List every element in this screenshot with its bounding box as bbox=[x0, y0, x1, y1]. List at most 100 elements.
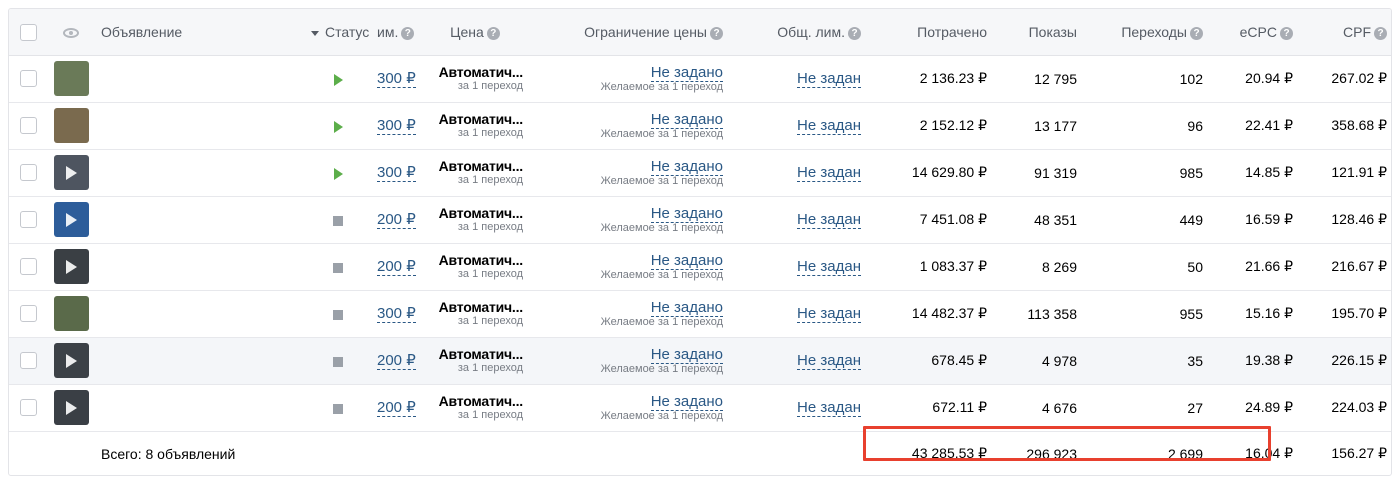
total-limit-link[interactable]: Не задан bbox=[797, 305, 861, 323]
ad-thumbnail[interactable] bbox=[53, 343, 89, 378]
row-checkbox[interactable] bbox=[19, 258, 37, 276]
price-limit-link[interactable]: Не задано bbox=[650, 392, 723, 411]
status-cell[interactable] bbox=[305, 384, 371, 431]
price-limit-link[interactable]: Не задано bbox=[650, 110, 723, 129]
row-checkbox[interactable] bbox=[19, 164, 37, 182]
bid-link[interactable]: 200 ₽ bbox=[377, 211, 416, 229]
status-cell[interactable] bbox=[305, 243, 371, 290]
help-icon[interactable]: ? bbox=[1280, 26, 1293, 40]
bid-link[interactable]: 200 ₽ bbox=[377, 399, 416, 417]
table-row[interactable]: 300 ₽ Автоматич... за 1 переход Не задано Же… bbox=[9, 102, 1391, 149]
header-cpf[interactable]: CPF? bbox=[1299, 9, 1391, 56]
help-icon[interactable]: ? bbox=[401, 26, 415, 40]
status-stopped-icon[interactable] bbox=[333, 309, 343, 320]
ad-title-cell[interactable] bbox=[95, 55, 305, 102]
bid-link[interactable]: 300 ₽ bbox=[377, 117, 416, 135]
status-stopped-icon[interactable] bbox=[333, 262, 343, 273]
row-checkbox[interactable] bbox=[19, 352, 37, 370]
row-checkbox[interactable] bbox=[19, 117, 37, 135]
status-active-icon[interactable] bbox=[333, 120, 343, 133]
row-checkbox[interactable] bbox=[19, 70, 37, 88]
price-limit-link[interactable]: Не задано bbox=[650, 63, 723, 82]
header-impr[interactable]: им.? bbox=[371, 9, 421, 56]
price-limit-link[interactable]: Не задано bbox=[650, 204, 723, 223]
status-active-icon[interactable] bbox=[333, 167, 343, 180]
ad-thumbnail[interactable] bbox=[53, 390, 89, 425]
price-limit-sub: Желаемое за 1 переход bbox=[600, 127, 723, 140]
status-stopped-icon[interactable] bbox=[333, 403, 343, 414]
total-limit-link[interactable]: Не задан bbox=[797, 258, 861, 276]
total-limit-link[interactable]: Не задан bbox=[797, 164, 861, 182]
price-limit-link[interactable]: Не задано bbox=[650, 157, 723, 176]
eye-icon[interactable] bbox=[63, 28, 79, 39]
help-icon[interactable]: ? bbox=[1190, 26, 1203, 40]
total-limit-link[interactable]: Не задан bbox=[797, 117, 861, 135]
help-icon[interactable]: ? bbox=[848, 26, 861, 40]
status-stopped-icon[interactable] bbox=[333, 215, 343, 226]
total-limit-link[interactable]: Не задан bbox=[797, 70, 861, 88]
header-impressions[interactable]: Показы bbox=[993, 9, 1083, 56]
total-limit-link[interactable]: Не задан bbox=[797, 399, 861, 417]
price-limit-link[interactable]: Не задано bbox=[650, 251, 723, 270]
ad-title-cell[interactable] bbox=[95, 384, 305, 431]
table-row[interactable]: 300 ₽ Автоматич... за 1 переход Не задано Же… bbox=[9, 55, 1391, 102]
status-cell[interactable] bbox=[305, 55, 371, 102]
ad-thumbnail[interactable] bbox=[53, 108, 89, 143]
status-cell[interactable] bbox=[305, 290, 371, 337]
table-row[interactable]: 300 ₽ Автоматич... за 1 переход Не задано Же… bbox=[9, 290, 1391, 337]
help-icon[interactable]: ? bbox=[486, 26, 500, 40]
header-ad[interactable]: Объявление bbox=[95, 9, 305, 56]
row-checkbox[interactable] bbox=[19, 305, 37, 323]
ad-thumbnail[interactable] bbox=[53, 296, 89, 331]
status-cell[interactable] bbox=[305, 149, 371, 196]
bid-link[interactable]: 200 ₽ bbox=[377, 352, 416, 370]
ad-title-cell[interactable] bbox=[95, 102, 305, 149]
spent-cell: 678.45 ₽ bbox=[931, 352, 987, 368]
total-limit-link[interactable]: Не задан bbox=[797, 211, 861, 229]
bid-link[interactable]: 200 ₽ bbox=[377, 258, 416, 276]
status-cell[interactable] bbox=[305, 196, 371, 243]
ad-thumbnail[interactable] bbox=[53, 249, 89, 284]
help-icon[interactable]: ? bbox=[710, 26, 723, 40]
header-ecpc[interactable]: eCPC? bbox=[1209, 9, 1299, 56]
play-icon bbox=[65, 401, 77, 415]
total-limit-link[interactable]: Не задан bbox=[797, 352, 861, 370]
header-clicks[interactable]: Переходы? bbox=[1083, 9, 1209, 56]
status-stopped-icon[interactable] bbox=[333, 356, 343, 367]
table-row[interactable]: 200 ₽ Автоматич... за 1 переход Не задано Же… bbox=[9, 196, 1391, 243]
ad-thumbnail[interactable] bbox=[53, 202, 89, 237]
sort-arrow-icon[interactable] bbox=[311, 30, 319, 36]
price-limit-link[interactable]: Не задано bbox=[650, 345, 723, 364]
header-status[interactable]: Статус bbox=[305, 9, 371, 56]
table-row[interactable]: 200 ₽ Автоматич... за 1 переход Не задано Же… bbox=[9, 243, 1391, 290]
select-all-checkbox[interactable] bbox=[19, 23, 37, 41]
header-total-limit[interactable]: Общ. лим.? bbox=[729, 9, 867, 56]
price-limit-sub: Желаемое за 1 переход bbox=[600, 268, 723, 281]
status-cell[interactable] bbox=[305, 337, 371, 384]
spent-cell: 2 136.23 ₽ bbox=[919, 70, 987, 86]
ad-title-cell[interactable] bbox=[95, 337, 305, 384]
help-icon[interactable]: ? bbox=[1374, 26, 1387, 40]
ad-thumbnail[interactable] bbox=[53, 61, 89, 96]
price-sub: за 1 переход bbox=[457, 127, 523, 139]
bid-link[interactable]: 300 ₽ bbox=[377, 305, 416, 323]
header-spent[interactable]: Потрачено bbox=[867, 9, 993, 56]
table-row[interactable]: 300 ₽ Автоматич... за 1 переход Не задано Же… bbox=[9, 149, 1391, 196]
header-price[interactable]: Цена? bbox=[421, 9, 529, 56]
ad-thumbnail[interactable] bbox=[53, 155, 89, 190]
bid-link[interactable]: 300 ₽ bbox=[377, 70, 416, 88]
clicks-cell: 449 bbox=[1179, 211, 1203, 228]
table-row[interactable]: 200 ₽ Автоматич... за 1 переход Не задано Же… bbox=[9, 384, 1391, 431]
row-checkbox[interactable] bbox=[19, 399, 37, 417]
ad-title-cell[interactable] bbox=[95, 243, 305, 290]
table-row[interactable]: 200 ₽ Автоматич... за 1 переход Не задано Же… bbox=[9, 337, 1391, 384]
status-cell[interactable] bbox=[305, 102, 371, 149]
ad-title-cell[interactable] bbox=[95, 149, 305, 196]
ad-title-cell[interactable] bbox=[95, 196, 305, 243]
status-active-icon[interactable] bbox=[333, 73, 343, 86]
row-checkbox[interactable] bbox=[19, 211, 37, 229]
ad-title-cell[interactable] bbox=[95, 290, 305, 337]
header-price-limit[interactable]: Ограничение цены? bbox=[529, 9, 729, 56]
price-limit-link[interactable]: Не задано bbox=[650, 298, 723, 317]
bid-link[interactable]: 300 ₽ bbox=[377, 164, 416, 182]
